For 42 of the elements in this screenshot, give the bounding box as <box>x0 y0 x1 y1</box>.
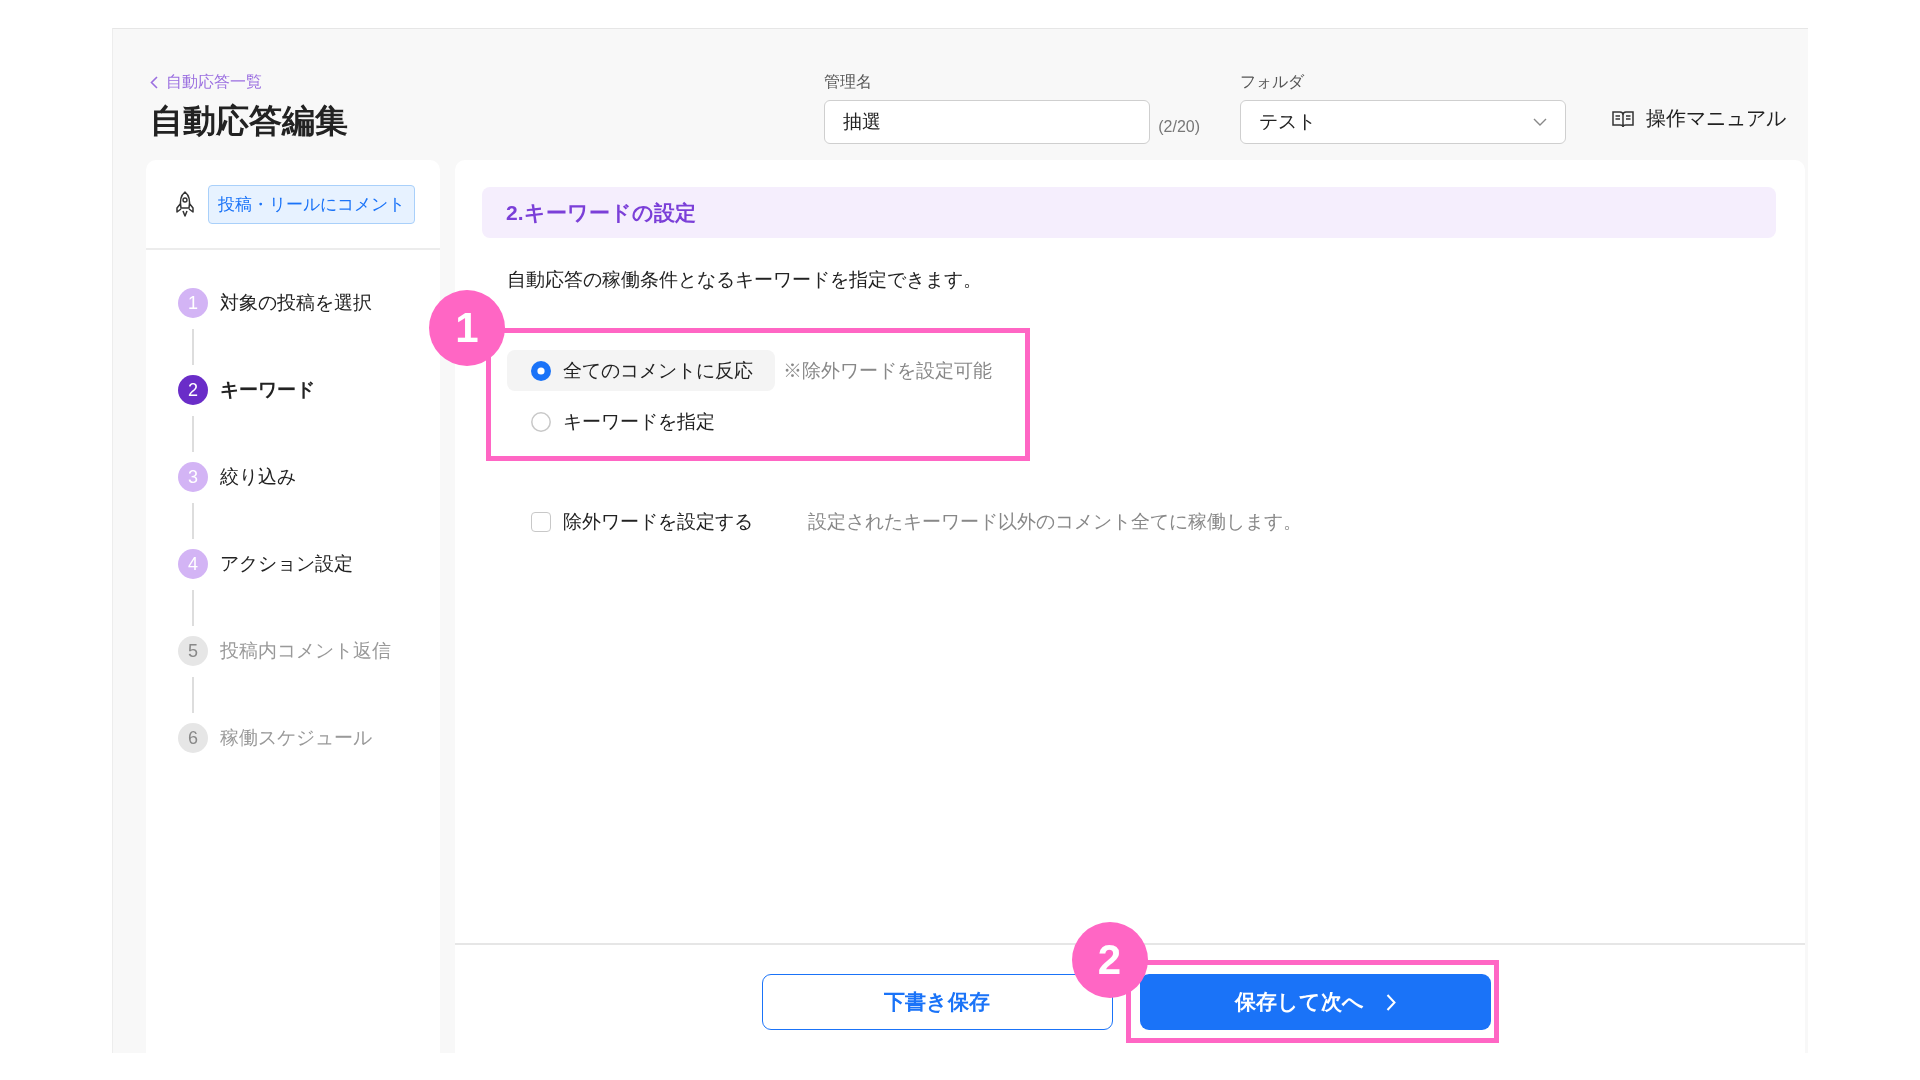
character-counter: (2/20) <box>1158 118 1200 136</box>
manual-link[interactable]: 操作マニュアル <box>1612 105 1786 132</box>
step-label[interactable]: 対象の投稿を選択 <box>220 290 372 316</box>
step-number: 6 <box>178 723 208 753</box>
callout-badge: 1 <box>429 290 505 366</box>
field-label: フォルダ <box>1240 72 1305 92</box>
checkbox-label: 除外ワードを設定する <box>563 510 753 534</box>
section-description: 自動応答の稼働条件となるキーワードを指定できます。 <box>507 268 982 292</box>
step-number: 4 <box>178 549 208 579</box>
step-label: 稼働スケジュール <box>220 726 372 750</box>
chevron-down-icon <box>1533 118 1547 126</box>
callout-badge: 2 <box>1071 922 1148 998</box>
step-number: 1 <box>178 288 208 318</box>
option-label: 全てのコメントに反応 <box>563 358 753 383</box>
back-link[interactable]: 自動応答一覧 <box>150 72 262 93</box>
radio-option[interactable]: キーワードを指定 <box>507 401 737 442</box>
option-note: ※除外ワードを設定可能 <box>783 358 992 383</box>
step-number: 5 <box>178 636 208 666</box>
field-label: 管理名 <box>824 72 874 92</box>
radio-icon <box>531 411 551 432</box>
book-icon <box>1612 109 1634 128</box>
checkbox[interactable] <box>531 512 551 532</box>
page-title: 自動応答編集 <box>150 101 349 141</box>
draft-save-button[interactable]: 下書き保存 <box>761 974 1113 1030</box>
step-label[interactable]: アクション設定 <box>220 551 353 577</box>
chevron-left-icon <box>150 76 158 89</box>
step-number: 3 <box>178 462 208 492</box>
name-input[interactable]: 抽選 <box>824 100 1151 144</box>
radio-option[interactable]: 全てのコメントに反応 <box>507 350 775 391</box>
checkbox-note: 設定されたキーワード以外のコメント全てに稼働します。 <box>808 510 1302 534</box>
section-header: 2.キーワードの設定 <box>482 187 1776 238</box>
save-next-button[interactable]: 保存して次へ <box>1139 974 1491 1030</box>
radio-selected-icon <box>531 360 551 381</box>
step-number: 2 <box>178 375 208 405</box>
chevron-right-icon <box>1385 993 1396 1011</box>
trigger-tag: 投稿・リールにコメント <box>208 184 415 224</box>
rocket-icon <box>174 191 196 217</box>
step-label[interactable]: キーワード <box>220 377 315 403</box>
step-label: 投稿内コメント返信 <box>220 639 391 663</box>
folder-select[interactable]: テスト <box>1240 100 1566 144</box>
step-label[interactable]: 絞り込み <box>220 464 296 490</box>
option-label: キーワードを指定 <box>563 409 715 434</box>
